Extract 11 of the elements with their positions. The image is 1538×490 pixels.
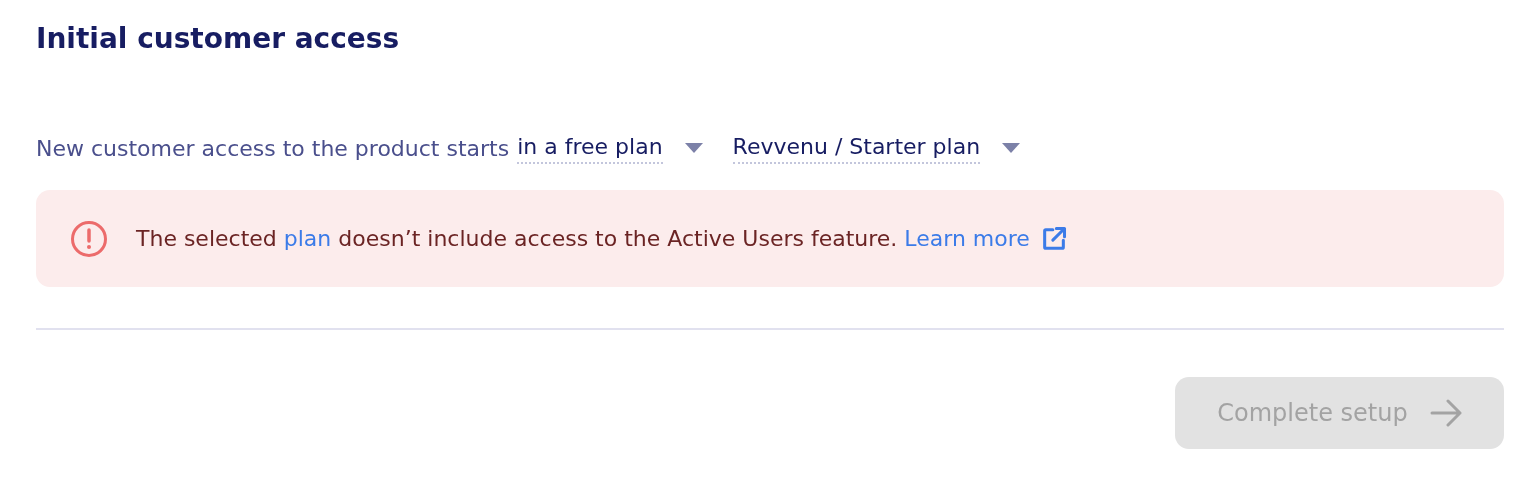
caret-icon [1002, 143, 1021, 153]
exclamation-icon [70, 219, 108, 258]
arrow-right-icon [1429, 399, 1462, 427]
section-title: Initial customer access [36, 21, 401, 57]
alert-message: The selected plan doesn’t include access to the Active Users feature. Learn more [136, 225, 1030, 253]
learn-more-link[interactable]: Learn more [904, 226, 1030, 251]
caret-icon [684, 143, 703, 153]
plan-dropdown[interactable]: in a free plan [517, 132, 703, 164]
plan-dropdown[interactable]: Revvenu / Starter plan [732, 132, 1021, 164]
plan-link[interactable]: plan [283, 226, 332, 251]
access-label: New customer access to the product starts [36, 134, 510, 163]
